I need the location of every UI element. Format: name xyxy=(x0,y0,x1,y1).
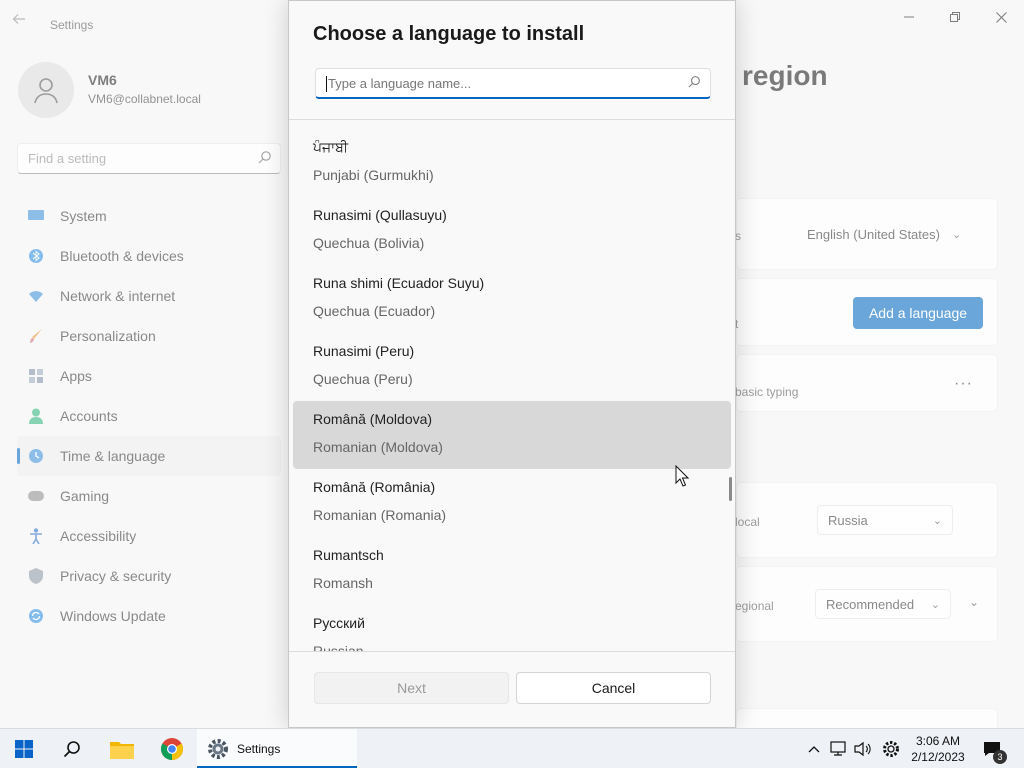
mouse-cursor-icon xyxy=(675,464,690,490)
language-list[interactable]: ਪੰਜਾਬੀ Punjabi (Gurmukhi) Runasimi (Qull… xyxy=(293,129,733,651)
language-native-name: ਪੰਜਾਬੀ xyxy=(313,139,349,155)
language-english-name: Romanian (Moldova) xyxy=(313,439,443,455)
dialog-title: Choose a language to install xyxy=(313,23,585,45)
speaker-icon xyxy=(854,741,871,757)
language-english-name: Romansh xyxy=(313,575,373,591)
folder-icon xyxy=(110,742,134,759)
language-english-name: Romanian (Romania) xyxy=(313,507,447,523)
language-native-name: Русский xyxy=(313,615,365,631)
divider xyxy=(289,651,735,652)
list-item[interactable]: Runasimi (Qullasuyu) Quechua (Bolivia) xyxy=(293,197,731,265)
scrollbar-thumb[interactable] xyxy=(729,477,732,501)
cancel-button[interactable]: Cancel xyxy=(516,672,711,704)
language-search-input[interactable]: Type a language name... xyxy=(315,68,711,99)
search-button[interactable] xyxy=(50,729,94,768)
language-native-name: Runasimi (Peru) xyxy=(313,343,415,359)
settings-tray-icon[interactable] xyxy=(880,739,902,759)
taskbar: Settings 3:06 AM 2/12/2023 3 xyxy=(0,728,1024,768)
gear-icon xyxy=(207,738,229,760)
language-search-placeholder: Type a language name... xyxy=(328,76,472,91)
language-native-name: Runa shimi (Ecuador Suyu) xyxy=(313,275,485,291)
settings-taskbar-button[interactable]: Settings xyxy=(197,729,357,768)
language-english-name: Quechua (Ecuador) xyxy=(313,303,436,319)
taskbar-app-label: Settings xyxy=(237,742,281,756)
volume-tray-icon[interactable] xyxy=(853,739,873,759)
list-item[interactable]: Română (România) Romanian (Romania) xyxy=(293,469,731,537)
language-english-name: Punjabi (Gurmukhi) xyxy=(313,167,434,183)
language-english-name: Russian xyxy=(313,643,364,651)
start-button[interactable] xyxy=(2,729,46,768)
list-item[interactable]: Runasimi (Peru) Quechua (Peru) xyxy=(293,333,731,401)
show-hidden-icons-button[interactable] xyxy=(805,739,823,759)
next-button[interactable]: Next xyxy=(314,672,509,704)
language-native-name: Română (Moldova) xyxy=(313,411,433,427)
text-caret xyxy=(326,76,327,92)
list-item-hovered[interactable]: Română (Moldova) Romanian (Moldova) xyxy=(293,401,731,469)
chrome-button[interactable] xyxy=(150,729,194,768)
language-english-name: Quechua (Peru) xyxy=(313,371,413,387)
list-item[interactable]: ਪੰਜਾਬੀ Punjabi (Gurmukhi) xyxy=(293,129,731,197)
gear-icon xyxy=(883,741,899,757)
list-item[interactable]: Русский Russian xyxy=(293,605,731,651)
clock-time: 3:06 AM xyxy=(915,734,961,748)
clock-date: 2/12/2023 xyxy=(911,750,965,764)
search-icon xyxy=(688,75,701,91)
language-native-name: Rumantsch xyxy=(313,547,384,563)
chevron-up-icon xyxy=(808,746,820,753)
list-item[interactable]: Rumantsch Romansh xyxy=(293,537,731,605)
notification-badge: 3 xyxy=(993,750,1007,764)
divider xyxy=(289,119,735,120)
language-native-name: Runasimi (Qullasuyu) xyxy=(313,207,447,223)
language-native-name: Română (România) xyxy=(313,479,436,495)
clock[interactable]: 3:06 AM 2/12/2023 xyxy=(905,733,971,765)
file-explorer-button[interactable] xyxy=(100,729,144,768)
choose-language-dialog: Choose a language to install Type a lang… xyxy=(288,0,736,728)
windows-logo-icon xyxy=(15,740,33,758)
network-icon xyxy=(830,741,846,756)
network-tray-icon[interactable] xyxy=(829,739,849,759)
search-icon xyxy=(63,741,80,758)
list-item[interactable]: Runa shimi (Ecuador Suyu) Quechua (Ecuad… xyxy=(293,265,731,333)
language-english-name: Quechua (Bolivia) xyxy=(313,235,425,251)
chrome-icon xyxy=(161,738,183,760)
